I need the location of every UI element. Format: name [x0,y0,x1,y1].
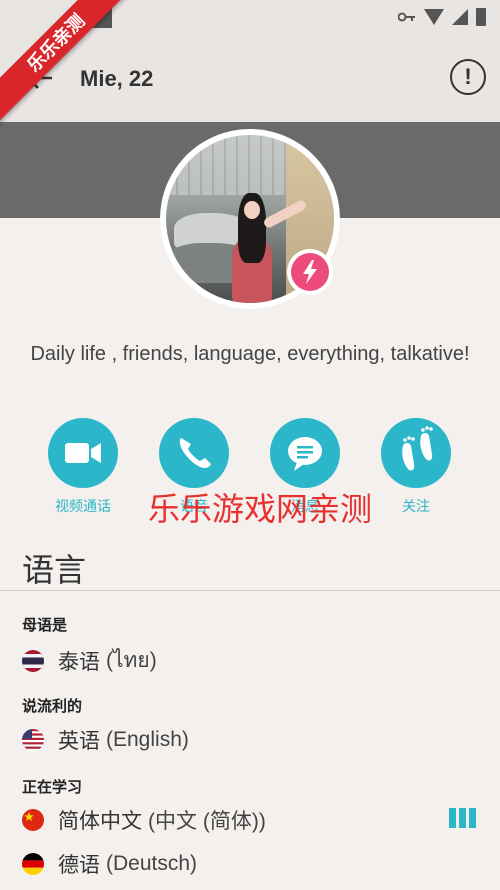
level-bar [449,808,456,828]
report-button[interactable]: ! [450,59,486,95]
native-language-heading: 母语是 [22,617,68,634]
language-name: 泰语 [58,650,100,674]
language-item-chinese: 简体中文 (中文 (简体)) [22,805,266,835]
thailand-flag-icon [22,649,44,672]
learning-language-heading: 正在学习 [22,779,83,796]
lightning-badge [287,249,333,295]
language-item-german: 德语 (Deutsch) [22,849,197,879]
lightning-icon [303,260,317,284]
phone-icon [179,438,211,468]
follow-label: 关注 [402,498,430,514]
germany-flag-icon [22,853,44,875]
signal-icon [452,9,468,25]
vpn-key-icon [398,12,415,22]
profile-bio: Daily life , friends, language, everythi… [30,343,470,365]
language-name: 英语 [58,730,100,753]
usa-flag-icon [22,729,44,751]
video-call-button[interactable]: 视频通话 [33,418,133,516]
watermark-text: 乐乐游戏网亲测 [148,491,373,527]
wifi-icon [424,9,444,25]
language-item-thai: 泰语 (ไทย) [22,644,157,677]
status-icons [398,8,486,26]
battery-icon [476,8,486,26]
level-bar [459,808,466,828]
chat-bubble-icon [288,437,322,471]
fluent-language-heading: 说流利的 [22,698,83,715]
section-divider [0,590,500,591]
languages-section-title: 语言 [22,552,87,588]
language-native-name: (中文 (简体)) [148,810,266,833]
china-flag-icon [22,809,44,831]
language-name: 简体中文 [58,810,142,833]
language-native-name: (Deutsch) [106,852,198,875]
video-camera-icon [65,443,101,463]
language-native-name: (English) [106,728,189,751]
level-bar [469,808,476,828]
language-native-name: (ไทย) [106,649,157,672]
language-item-english: 英语 (English) [22,725,189,755]
video-call-label: 视频通话 [55,498,111,514]
page-title: Mie, 22 [80,66,154,91]
proficiency-level-indicator [449,808,476,828]
app-bar: Mie, 22 ! [0,34,500,122]
follow-button[interactable]: 关注 [366,418,466,516]
footprints-icon [402,426,433,471]
language-name: 德语 [58,854,100,877]
